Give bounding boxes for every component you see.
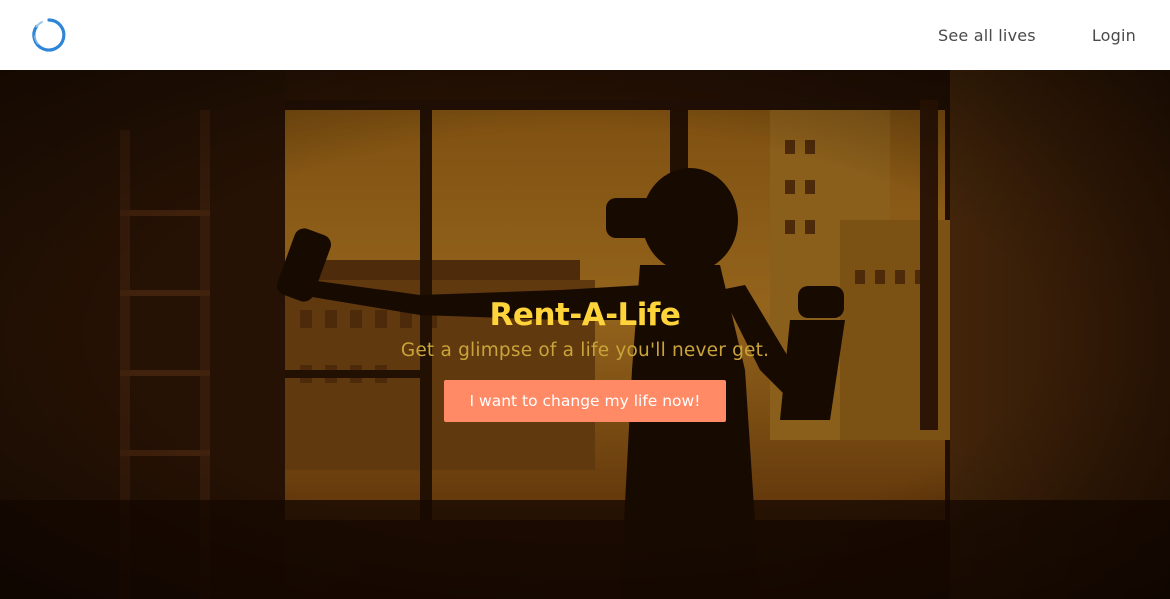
change-my-life-button[interactable]: I want to change my life now!: [444, 380, 726, 423]
nav-links: See all lives Login: [938, 26, 1136, 45]
hero-content: Rent-A-Life Get a glimpse of a life you'…: [0, 297, 1170, 423]
hero-subtitle: Get a glimpse of a life you'll never get…: [400, 340, 770, 362]
login-link[interactable]: Login: [1092, 26, 1136, 45]
hero-section: Rent-A-Life Get a glimpse of a life you'…: [0, 70, 1170, 599]
logo-icon[interactable]: [30, 16, 68, 54]
see-all-lives-link[interactable]: See all lives: [938, 26, 1036, 45]
top-navbar: See all lives Login: [0, 0, 1170, 70]
hero-title: Rent-A-Life: [489, 297, 681, 333]
